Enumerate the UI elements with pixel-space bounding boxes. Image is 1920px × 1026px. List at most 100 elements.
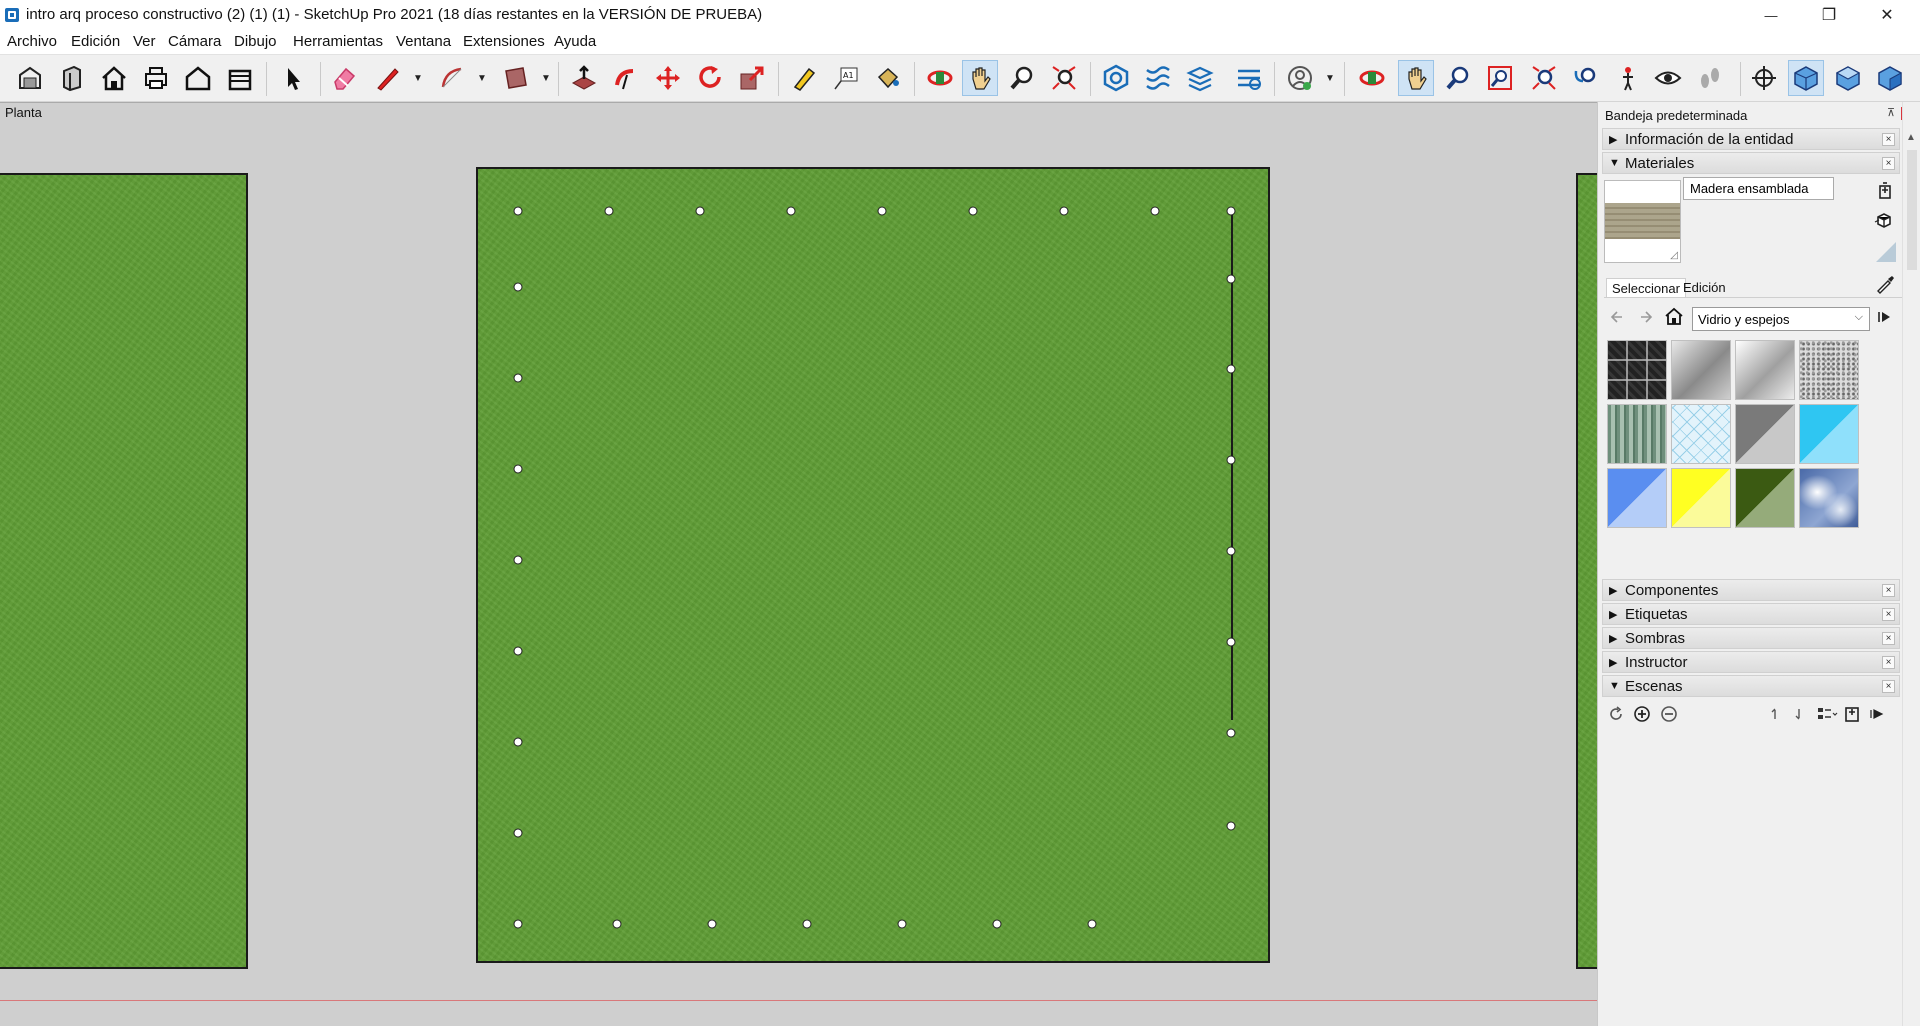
panel-close-icon[interactable]: ×: [1882, 157, 1895, 170]
tape-measure-icon[interactable]: [786, 60, 822, 96]
section-plane-icon[interactable]: [1140, 60, 1176, 96]
swatch-grey-diagonal[interactable]: [1735, 404, 1795, 464]
select-arrow-icon[interactable]: [275, 60, 311, 96]
previous-view-icon[interactable]: [1568, 60, 1604, 96]
house-outline-icon[interactable]: [180, 60, 216, 96]
panel-components[interactable]: ▶ Componentes ×: [1602, 579, 1900, 601]
swatch-green-striped-glass[interactable]: [1607, 404, 1667, 464]
orbit-color-icon[interactable]: [1354, 60, 1390, 96]
zoom-extents-red-icon[interactable]: [1526, 60, 1562, 96]
panel-close-icon[interactable]: ×: [1882, 584, 1895, 597]
open-box-icon[interactable]: [222, 60, 258, 96]
swatch-blue-diagonal[interactable]: [1607, 468, 1667, 528]
library-dropdown[interactable]: Vidrio y espejos ⌵: [1692, 307, 1870, 331]
pan-hand-icon[interactable]: [962, 60, 998, 96]
zoom-blue-icon[interactable]: [1440, 60, 1476, 96]
iso-view-icon[interactable]: [1788, 60, 1824, 96]
tab-edicion[interactable]: Edición: [1683, 280, 1726, 295]
layers-icon[interactable]: [1182, 60, 1218, 96]
default-material-icon[interactable]: [1874, 240, 1898, 264]
panel-entity-info[interactable]: ▶ Información de la entidad ×: [1602, 128, 1900, 150]
maximize-button[interactable]: ❐: [1806, 0, 1852, 30]
swatch-sky-clouds[interactable]: [1799, 468, 1859, 528]
tab-seleccionar[interactable]: Seleccionar: [1606, 278, 1686, 298]
warehouse-icon[interactable]: [12, 60, 48, 96]
push-pull-icon[interactable]: [566, 60, 602, 96]
right-grass-panel[interactable]: [1576, 173, 1597, 969]
swatch-yellow-diagonal[interactable]: [1671, 468, 1731, 528]
look-around-icon[interactable]: [1650, 60, 1686, 96]
left-grass-panel[interactable]: [0, 173, 248, 969]
print-icon[interactable]: [138, 60, 174, 96]
panel-tags[interactable]: ▶ Etiquetas ×: [1602, 603, 1900, 625]
rotate-icon[interactable]: [692, 60, 728, 96]
scale-icon[interactable]: [734, 60, 770, 96]
pencil-line-icon[interactable]: [370, 60, 406, 96]
swatch-speckled-granite[interactable]: [1799, 340, 1859, 400]
menu-ayuda[interactable]: Ayuda: [554, 33, 596, 50]
zoom-extents-icon[interactable]: [1046, 60, 1082, 96]
panel-close-icon[interactable]: ×: [1882, 680, 1895, 693]
home-view-icon[interactable]: [96, 60, 132, 96]
view-options-icon[interactable]: [1816, 705, 1840, 723]
panel-close-icon[interactable]: ×: [1882, 632, 1895, 645]
menu-ver[interactable]: Ver: [133, 33, 156, 50]
paint-bucket-icon[interactable]: [870, 60, 906, 96]
front-view-icon[interactable]: [1872, 60, 1908, 96]
pin-icon[interactable]: ⊼: [1887, 106, 1895, 119]
component-3d-icon[interactable]: [54, 60, 90, 96]
details-arrow-icon[interactable]: [1876, 308, 1894, 326]
pan-hand-active-icon[interactable]: [1398, 60, 1434, 96]
panel-materials[interactable]: ▼ Materiales ×: [1602, 152, 1900, 174]
forward-arrow-icon[interactable]: [1637, 308, 1655, 326]
solid-outer-shell-icon[interactable]: [1098, 60, 1134, 96]
back-arrow-icon[interactable]: [1609, 308, 1627, 326]
zoom-icon[interactable]: [1004, 60, 1040, 96]
footprints-icon[interactable]: [1692, 60, 1728, 96]
menu-herramientas[interactable]: Herramientas: [293, 33, 383, 50]
panel-shadows[interactable]: ▶ Sombras ×: [1602, 627, 1900, 649]
swatch-light-grey-gradient[interactable]: [1735, 340, 1795, 400]
remove-scene-icon[interactable]: [1660, 705, 1678, 723]
menu-ventana[interactable]: Ventana: [396, 33, 451, 50]
panel-close-icon[interactable]: ×: [1882, 656, 1895, 669]
swatch-light-blue-grid[interactable]: [1671, 404, 1731, 464]
modeling-viewport[interactable]: Planta: [0, 102, 1597, 1026]
move-scene-down-icon[interactable]: [1792, 705, 1806, 723]
panel-scenes[interactable]: ▼ Escenas ×: [1602, 675, 1900, 697]
swatch-dark-green-diagonal[interactable]: [1735, 468, 1795, 528]
swatch-dark-stone-tile[interactable]: [1607, 340, 1667, 400]
scroll-up-icon[interactable]: ▲: [1906, 132, 1916, 143]
close-button[interactable]: ✕: [1864, 0, 1910, 30]
material-3d-box-icon[interactable]: [1874, 210, 1894, 230]
follow-me-icon[interactable]: [608, 60, 644, 96]
center-grass-panel[interactable]: [476, 167, 1270, 963]
text-label-icon[interactable]: A1: [828, 60, 864, 96]
panel-close-icon[interactable]: ×: [1882, 608, 1895, 621]
move-icon[interactable]: [650, 60, 686, 96]
refresh-icon[interactable]: [1607, 705, 1625, 723]
arc-icon[interactable]: [434, 60, 470, 96]
eraser-icon[interactable]: [326, 60, 362, 96]
panel-close-icon[interactable]: ×: [1882, 133, 1895, 146]
scroll-thumb[interactable]: [1907, 150, 1917, 270]
eyedropper-icon[interactable]: [1875, 274, 1895, 294]
axes-icon[interactable]: [1746, 60, 1782, 96]
expand-arrow-icon[interactable]: [1868, 705, 1886, 723]
user-account-icon[interactable]: [1282, 60, 1318, 96]
top-view-icon[interactable]: [1830, 60, 1866, 96]
move-scene-up-icon[interactable]: [1768, 705, 1782, 723]
zoom-window-icon[interactable]: [1482, 60, 1518, 96]
rectangle-icon[interactable]: [498, 60, 534, 96]
sandbox-icon[interactable]: [1231, 60, 1267, 96]
walk-position-icon[interactable]: [1610, 60, 1646, 96]
create-material-icon[interactable]: [1875, 180, 1895, 200]
tray-scrollbar[interactable]: ▲: [1902, 102, 1920, 1026]
add-scene-icon[interactable]: [1633, 705, 1651, 723]
scene-details-icon[interactable]: [1843, 705, 1861, 723]
minimize-button[interactable]: —: [1748, 0, 1794, 30]
menu-edicion[interactable]: Edición: [71, 33, 120, 50]
menu-camara[interactable]: Cámara: [168, 33, 221, 50]
menu-archivo[interactable]: Archivo: [7, 33, 57, 50]
panel-instructor[interactable]: ▶ Instructor ×: [1602, 651, 1900, 673]
